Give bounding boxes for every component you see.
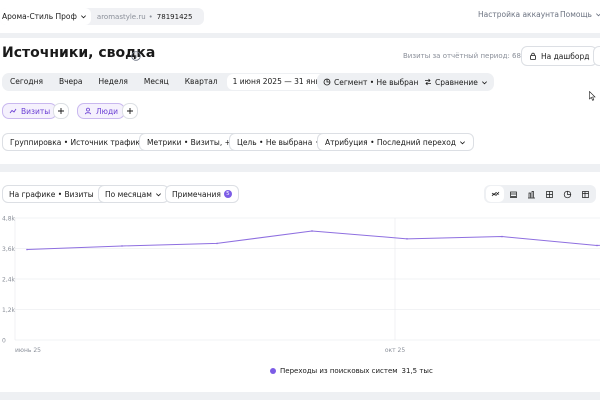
account-selector[interactable]: Арома-Стиль Проф [0, 8, 91, 25]
period-week[interactable]: Неделя [91, 73, 136, 91]
chevron-down-icon [459, 140, 465, 144]
segment-selector[interactable]: Сегмент • Не выбран [317, 73, 435, 91]
detail-period-label: По месяцам [105, 189, 152, 199]
compare-selector[interactable]: Сравнение [418, 73, 494, 91]
chevron-down-icon [481, 80, 487, 84]
site-url[interactable]: aromastyle.ru [91, 13, 149, 21]
attribution-selector[interactable]: Атрибуция • Последний переход [317, 133, 474, 151]
series-line [26, 230, 600, 251]
metrics-label: Метрики • Визиты, +4 [147, 137, 236, 147]
period-month[interactable]: Месяц [136, 73, 177, 91]
segment-icon [323, 78, 331, 86]
series-point [596, 244, 598, 247]
account-settings-link[interactable]: Настройка аккаунта [478, 10, 559, 19]
add-visits-filter-button[interactable] [53, 103, 69, 119]
stacked-bar-icon[interactable] [540, 186, 558, 202]
metrics-selector[interactable]: Метрики • Визиты, +4 [139, 133, 244, 151]
line-chart: 4,8k 3,6k 2,4k 1,2k 0 июнь 25 окт 25 [2, 216, 600, 354]
visits-tag[interactable]: Визиты [2, 103, 58, 119]
y-tick-label: 4,8k [2, 216, 16, 223]
period-today[interactable]: Сегодня [2, 73, 51, 91]
counter-id[interactable]: 78191425 [153, 13, 205, 21]
chevron-down-icon [595, 13, 600, 17]
plus-icon [127, 108, 133, 114]
chevron-down-icon [80, 15, 86, 19]
legend-series-marker [270, 368, 276, 374]
period-selector: Сегодня Вчера Неделя Месяц Квартал 1 июн… [2, 73, 360, 91]
add-people-filter-button[interactable] [122, 103, 138, 119]
table-chart-icon[interactable] [576, 186, 594, 202]
chart-metric-label: На графике • Визиты [9, 189, 94, 199]
notes-count-badge: 5 [223, 190, 232, 198]
people-tag[interactable]: Люди [77, 103, 126, 119]
people-tag-label: Люди [96, 106, 119, 116]
series-point [121, 245, 123, 247]
bar-chart-icon[interactable] [522, 186, 540, 202]
y-tick-label: 3,6k [2, 246, 16, 253]
legend-series-total: 31,5 тыс [401, 367, 433, 375]
lock-icon [530, 52, 536, 60]
info-icon[interactable] [131, 51, 141, 61]
visits-summary: Визиты за отчётный период: 68 603 [403, 52, 537, 60]
person-icon [84, 107, 92, 115]
chevron-down-icon [155, 192, 161, 196]
notes-label: Примечания [172, 189, 221, 199]
compare-icon [425, 78, 431, 86]
x-tick-label: окт 25 [385, 347, 406, 354]
visits-icon [9, 108, 17, 114]
pie-chart-icon[interactable] [558, 186, 576, 202]
compare-label: Сравнение [435, 77, 478, 87]
visits-tag-label: Визиты [21, 106, 51, 116]
series-point [501, 235, 503, 238]
more-actions-button[interactable] [593, 46, 600, 66]
account-name: Арома-Стиль Проф [2, 12, 77, 21]
help-menu[interactable]: Помощь [560, 10, 600, 19]
series-point [26, 248, 28, 251]
line-chart-icon[interactable] [486, 186, 504, 202]
stacked-area-icon[interactable] [504, 186, 522, 202]
mouse-cursor-icon [589, 91, 596, 101]
y-tick-label: 1,2k [2, 307, 16, 314]
help-label: Помощь [560, 10, 592, 19]
plus-icon [58, 108, 64, 114]
period-yesterday[interactable]: Вчера [51, 73, 91, 91]
grouping-label: Группировка • Источник трафика, +1 [10, 137, 161, 147]
chart-type-switcher [484, 185, 596, 203]
add-to-dashboard-button[interactable]: На дашборд [521, 46, 598, 66]
period-quarter[interactable]: Квартал [177, 73, 226, 91]
x-tick-label: июнь 25 [15, 347, 41, 354]
account-selector-group: Арома-Стиль Проф aromastyle.ru • 7819142… [0, 8, 205, 25]
attribution-label: Атрибуция • Последний переход [325, 137, 456, 147]
series-point [216, 242, 218, 245]
series-point [406, 238, 408, 240]
add-to-dashboard-label: На дашборд [541, 51, 590, 61]
goal-selector[interactable]: Цель • Не выбрана [229, 133, 331, 151]
chart-legend[interactable]: Переходы из поисковых систем 31,5 тыс [270, 367, 433, 375]
goal-label: Цель • Не выбрана [237, 137, 313, 147]
notes-button[interactable]: Примечания 5 [165, 185, 239, 203]
y-tick-label: 0 [2, 338, 6, 345]
top-bar: Арома-Стиль Проф aromastyle.ru • 7819142… [0, 0, 600, 33]
y-tick-label: 2,4k [2, 277, 16, 284]
segment-label: Сегмент • Не выбран [334, 77, 419, 87]
legend-series-name: Переходы из поисковых систем [280, 367, 398, 375]
detail-period-selector[interactable]: По месяцам [98, 185, 169, 203]
chart-metric-selector[interactable]: На графике • Визиты [2, 185, 111, 203]
series-point [311, 230, 313, 232]
